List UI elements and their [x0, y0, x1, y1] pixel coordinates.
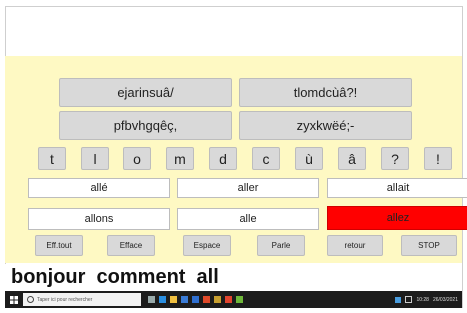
letter-key-t[interactable]: t: [38, 147, 66, 170]
suggestion-word-5[interactable]: alle: [177, 208, 319, 230]
back-button[interactable]: retour: [327, 235, 383, 256]
group-button-4[interactable]: zyxkwëé;-: [239, 111, 412, 140]
letter-key-exclamation[interactable]: !: [424, 147, 452, 170]
folder-icon[interactable]: [170, 296, 177, 303]
volume-icon[interactable]: [405, 296, 413, 303]
keyboard-panel: ejarinsuâ/ tlomdcùâ?! pfbvhgqêç, zyxkwëé…: [5, 56, 467, 263]
tray-time[interactable]: 10:28: [416, 297, 429, 303]
task-view-icon[interactable]: [148, 296, 155, 303]
suggestion-word-1[interactable]: allé: [28, 178, 170, 198]
edge-icon[interactable]: [159, 296, 166, 303]
suggestion-word-2[interactable]: aller: [177, 178, 319, 198]
taskbar-search-input[interactable]: Taper ici pour rechercher: [23, 293, 141, 306]
composed-text-output: bonjour comment all: [5, 264, 462, 291]
letter-key-c[interactable]: c: [252, 147, 280, 170]
search-placeholder: Taper ici pour rechercher: [37, 296, 93, 303]
suggestion-word-selected[interactable]: allez: [327, 206, 467, 230]
system-tray: 10:28 26/03/2021: [395, 291, 458, 308]
group-button-1[interactable]: ejarinsuâ/: [59, 78, 232, 107]
delete-button[interactable]: Efface: [107, 235, 155, 256]
letter-key-u-grave[interactable]: ù: [295, 147, 323, 170]
group-button-2[interactable]: tlomdcùâ?!: [239, 78, 412, 107]
windows-taskbar: Taper ici pour rechercher 10:28 26/03/20…: [5, 291, 462, 308]
windows-icon[interactable]: [8, 291, 20, 308]
letter-key-a-circumflex[interactable]: â: [338, 147, 366, 170]
store-icon[interactable]: [181, 296, 188, 303]
app-icon[interactable]: [225, 296, 232, 303]
clear-all-button[interactable]: Eff.tout: [35, 235, 83, 256]
speak-button[interactable]: Parle: [257, 235, 305, 256]
mail-icon[interactable]: [192, 296, 199, 303]
letter-key-m[interactable]: m: [166, 147, 194, 170]
letter-key-question[interactable]: ?: [381, 147, 409, 170]
tray-date[interactable]: 26/03/2021: [433, 297, 458, 303]
search-icon: [27, 296, 34, 303]
letter-key-o[interactable]: o: [123, 147, 151, 170]
app-icon[interactable]: [236, 296, 243, 303]
network-icon[interactable]: [395, 296, 402, 303]
group-button-3[interactable]: pfbvhgqêç,: [59, 111, 232, 140]
suggestion-word-3[interactable]: allait: [327, 178, 467, 198]
suggestion-word-4[interactable]: allons: [28, 208, 170, 230]
letter-key-d[interactable]: d: [209, 147, 237, 170]
app-icon[interactable]: [214, 296, 221, 303]
letter-key-l[interactable]: l: [81, 147, 109, 170]
office-icon[interactable]: [203, 296, 210, 303]
space-button[interactable]: Espace: [183, 235, 231, 256]
stop-button[interactable]: STOP: [401, 235, 457, 256]
